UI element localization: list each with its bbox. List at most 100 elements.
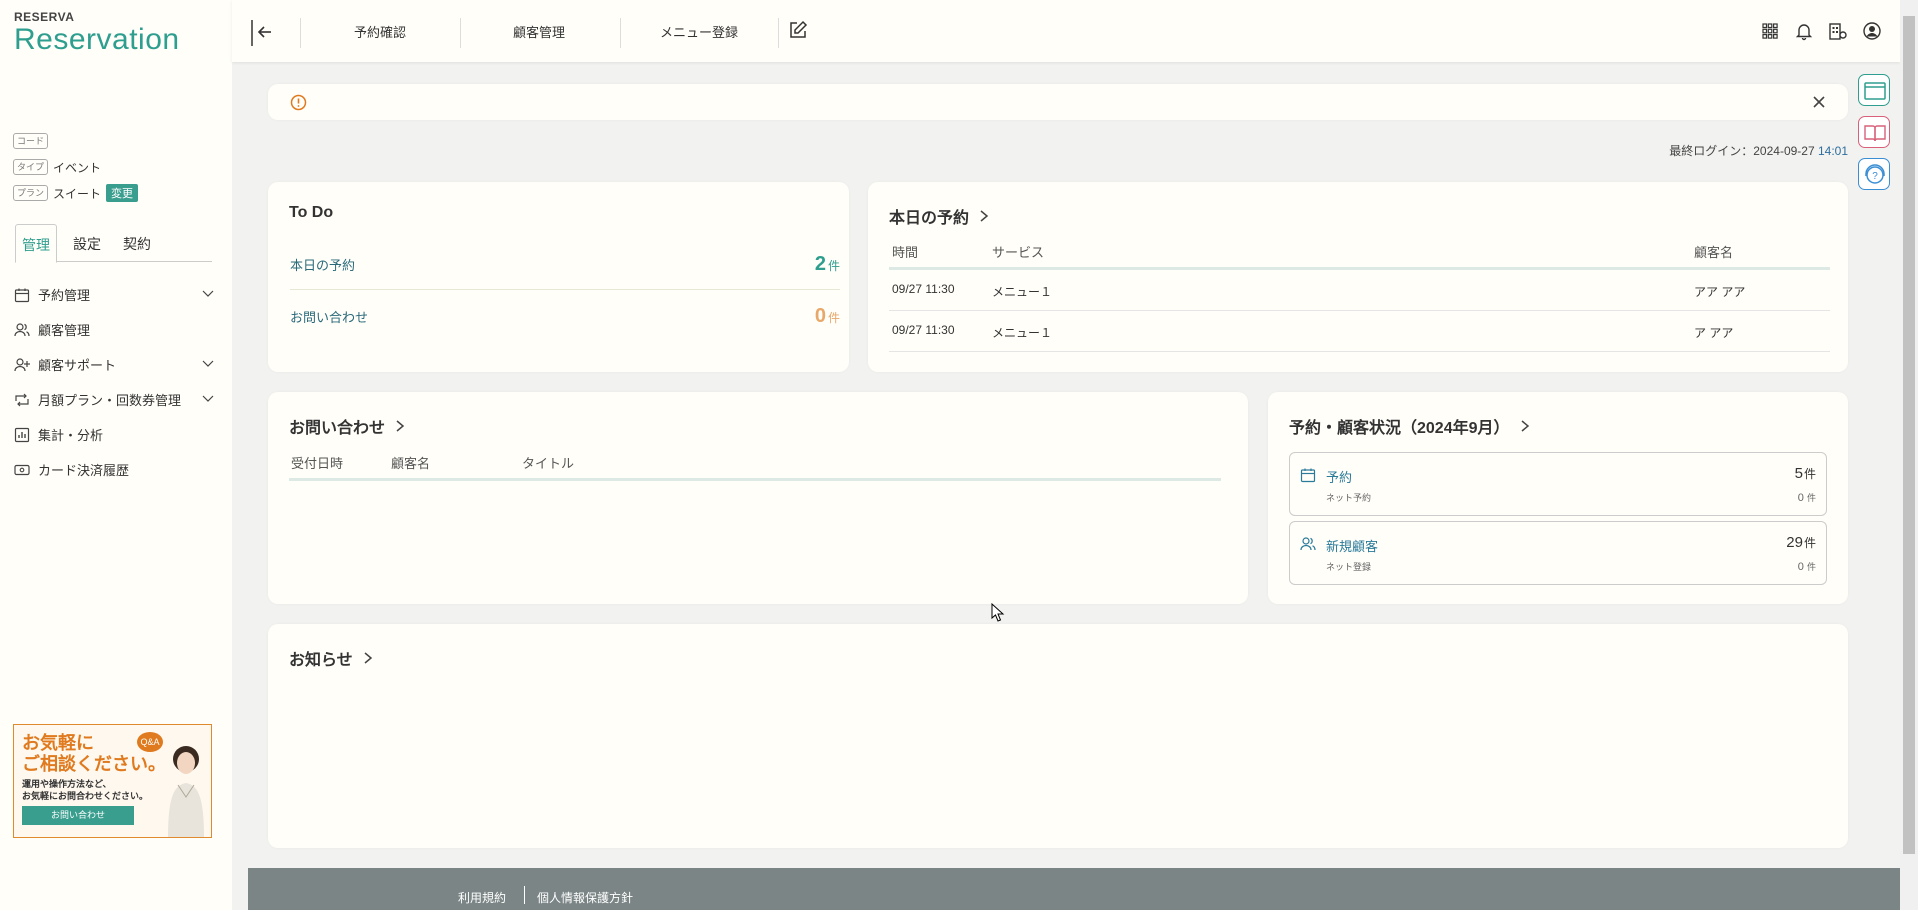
today-reservations-card: 本日の予約 時間 サービス 顧客名 09/27 11:30 メニュー１ アア ア… xyxy=(868,182,1848,372)
banner-subtitle: 運用や操作方法など、 お気軽にお問合わせください。 xyxy=(22,779,149,801)
chevron-right-icon xyxy=(364,652,372,664)
support-banner[interactable]: お気軽に ご相談ください。 Q&A 運用や操作方法など、 お気軽にお問合わせくだ… xyxy=(13,724,212,838)
nav-reservation-check[interactable]: 予約確認 xyxy=(354,22,406,41)
stat-label: 新規顧客 xyxy=(1326,539,1379,554)
terms-link[interactable]: 利用規約 xyxy=(458,889,506,906)
user-account-icon[interactable] xyxy=(1862,21,1882,41)
bell-icon[interactable] xyxy=(1794,21,1814,41)
todo-count: 2件 xyxy=(814,253,840,275)
sidebar-item-label: カード決済履歴 xyxy=(38,463,130,478)
divider xyxy=(620,18,621,48)
plan-value: スイート xyxy=(53,186,102,201)
sidebar: RESERVA Reservation コード タイプ イベント プラン スイー… xyxy=(0,0,232,910)
privacy-link[interactable]: 個人情報保護方針 xyxy=(537,889,633,906)
floating-help-button[interactable]: ? xyxy=(1858,158,1890,190)
row-customer: ア アア xyxy=(1694,326,1734,340)
news-card: お知らせ xyxy=(268,624,1848,848)
todo-row-today[interactable]: 本日の予約 2件 xyxy=(290,240,840,290)
chevron-right-icon xyxy=(980,210,989,222)
nav-menu-register[interactable]: メニュー登録 xyxy=(660,22,738,41)
collapse-sidebar-icon[interactable] xyxy=(249,18,277,46)
sidebar-item-plans[interactable]: 月額プラン・回数券管理 xyxy=(14,382,214,417)
todo-card: To Do 本日の予約 2件 お問い合わせ 0件 xyxy=(268,182,849,372)
sidebar-item-label: 月額プラン・回数券管理 xyxy=(38,393,182,408)
sidebar-item-label: 顧客サポート xyxy=(38,358,117,373)
sidebar-item-card-history[interactable]: カード決済履歴 xyxy=(14,452,214,487)
account-meta: コード タイプ イベント プラン スイート 変更 xyxy=(13,128,139,206)
sidebar-item-support[interactable]: 顧客サポート xyxy=(14,347,214,382)
svg-text:?: ? xyxy=(1872,171,1878,182)
type-tag: タイプ xyxy=(13,159,49,175)
col-customer: 顧客名 xyxy=(391,456,431,471)
alert-circle-icon xyxy=(290,94,307,111)
tab-settings[interactable]: 設定 xyxy=(67,224,107,262)
last-login-time: 14:01 xyxy=(1817,144,1848,158)
today-title[interactable]: 本日の予約 xyxy=(889,204,989,228)
chevron-down-icon xyxy=(202,360,214,367)
sidebar-item-label: 顧客管理 xyxy=(38,323,91,338)
close-icon[interactable] xyxy=(1812,95,1826,109)
users-icon xyxy=(14,322,30,336)
row-time: 09/27 11:30 xyxy=(892,282,955,296)
sidebar-item-reservations[interactable]: 予約管理 xyxy=(14,277,214,312)
scrollbar-thumb[interactable] xyxy=(1903,16,1915,854)
calendar-icon xyxy=(14,288,30,302)
chevron-right-icon xyxy=(1521,420,1529,432)
stat-new-customers[interactable]: 新規顧客 ネット登録 29件 0 件 xyxy=(1289,521,1827,585)
todo-label: お問い合わせ xyxy=(290,309,369,325)
plan-change-button[interactable]: 変更 xyxy=(106,184,139,202)
brand-logo[interactable]: RESERVA Reservation xyxy=(14,10,180,55)
row-divider xyxy=(889,310,1830,311)
floating-window-button[interactable] xyxy=(1858,74,1890,106)
divider xyxy=(524,886,525,904)
inquiries-title[interactable]: お問い合わせ xyxy=(289,414,405,438)
sidebar-item-label: 予約管理 xyxy=(38,288,91,303)
plan-tag: プラン xyxy=(13,185,49,201)
col-subject: タイトル xyxy=(522,456,575,471)
row-time: 09/27 11:30 xyxy=(892,323,955,337)
bar-chart-icon xyxy=(14,427,30,442)
user-add-icon xyxy=(14,357,30,371)
stat-value: 29件 xyxy=(1786,534,1816,551)
table-header-line xyxy=(289,478,1221,481)
top-bar: 予約確認 顧客管理 メニュー登録 xyxy=(232,0,1900,62)
stat-subvalue: 0 件 xyxy=(1797,561,1816,573)
table-header-line xyxy=(889,267,1830,270)
sidebar-item-label: 集計・分析 xyxy=(38,428,104,443)
row-service: メニュー１ xyxy=(992,326,1053,340)
support-headset-icon: ? xyxy=(1865,164,1885,184)
brand-small: RESERVA xyxy=(14,10,75,24)
qa-badge: Q&A xyxy=(137,732,163,752)
stat-value: 5件 xyxy=(1794,465,1816,482)
col-service: サービス xyxy=(992,245,1045,260)
credit-card-icon xyxy=(14,464,30,475)
news-title[interactable]: お知らせ xyxy=(289,646,373,670)
col-received: 受付日時 xyxy=(291,456,344,471)
todo-row-inquiries[interactable]: お問い合わせ 0件 xyxy=(290,291,840,341)
browser-window-icon xyxy=(1864,82,1886,100)
divider xyxy=(460,18,461,48)
stat-reservations[interactable]: 予約 ネット予約 5件 0 件 xyxy=(1289,452,1827,516)
type-value: イベント xyxy=(53,160,102,175)
nav-customer-manage[interactable]: 顧客管理 xyxy=(513,22,565,41)
tab-manage[interactable]: 管理 xyxy=(15,224,57,263)
sidebar-tabs: 管理 設定 契約 xyxy=(15,224,212,263)
sidebar-item-analytics[interactable]: 集計・分析 xyxy=(14,417,214,452)
chevron-down-icon xyxy=(202,290,214,297)
sidebar-item-customers[interactable]: 顧客管理 xyxy=(14,312,214,347)
inquiries-card: お問い合わせ 受付日時 顧客名 タイトル xyxy=(268,392,1248,604)
floating-manual-button[interactable] xyxy=(1858,116,1890,148)
calendar-icon xyxy=(1300,468,1316,483)
tab-contract[interactable]: 契約 xyxy=(117,224,157,262)
building-settings-icon[interactable] xyxy=(1828,21,1848,41)
status-title[interactable]: 予約・顧客状況（2024年9月） xyxy=(1289,414,1530,438)
stat-subvalue: 0 件 xyxy=(1797,492,1816,504)
apps-grid-icon[interactable] xyxy=(1760,21,1780,41)
banner-contact-button[interactable]: お問い合わせ xyxy=(22,806,134,825)
book-icon xyxy=(1864,125,1886,142)
code-tag: コード xyxy=(13,133,49,149)
divider xyxy=(300,18,301,48)
alert-bar xyxy=(268,84,1848,120)
vertical-scrollbar[interactable] xyxy=(1900,0,1918,910)
edit-icon[interactable] xyxy=(788,20,808,40)
